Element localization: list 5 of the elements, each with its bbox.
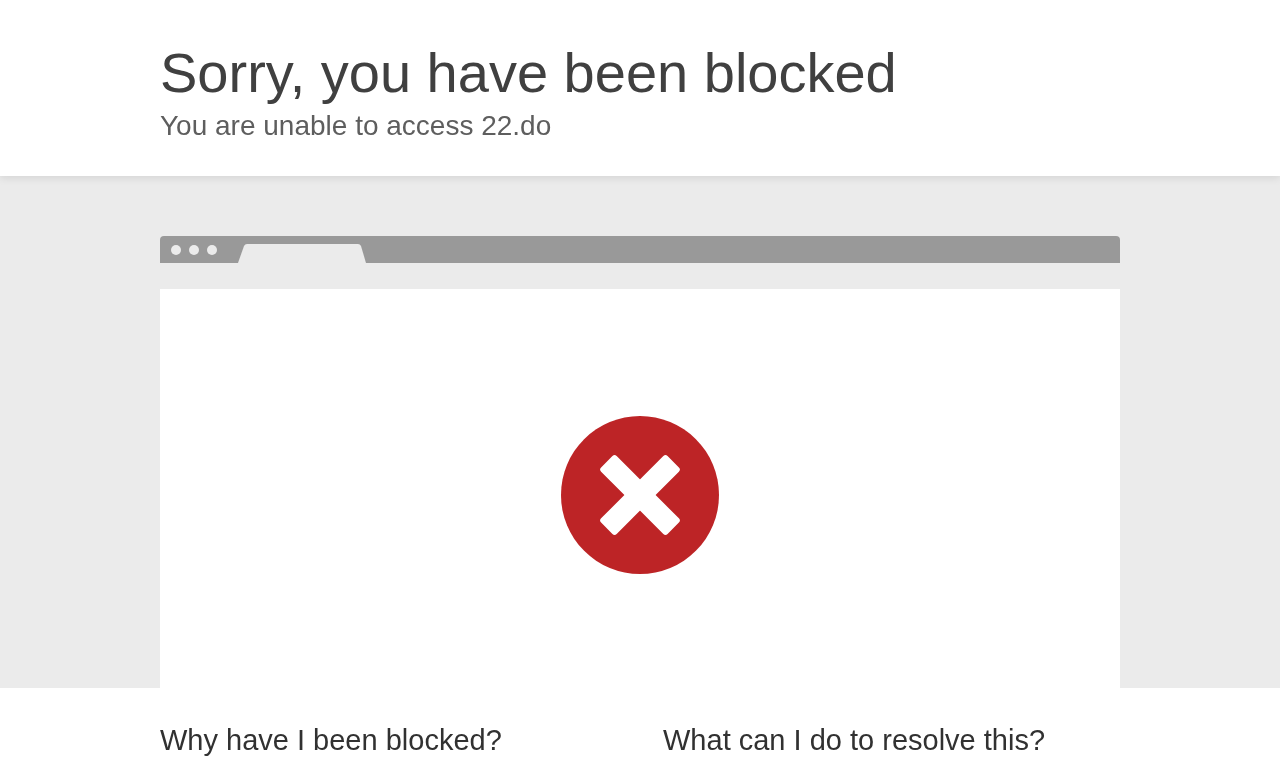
error-x-icon	[561, 415, 719, 574]
section-heading: Why have I been blocked?	[160, 722, 503, 758]
page-title: Sorry, you have been blocked	[160, 40, 898, 106]
page-subtitle: You are unable to access 22.do	[160, 109, 553, 143]
section-heading: What can I do to resolve this?	[663, 722, 1047, 758]
